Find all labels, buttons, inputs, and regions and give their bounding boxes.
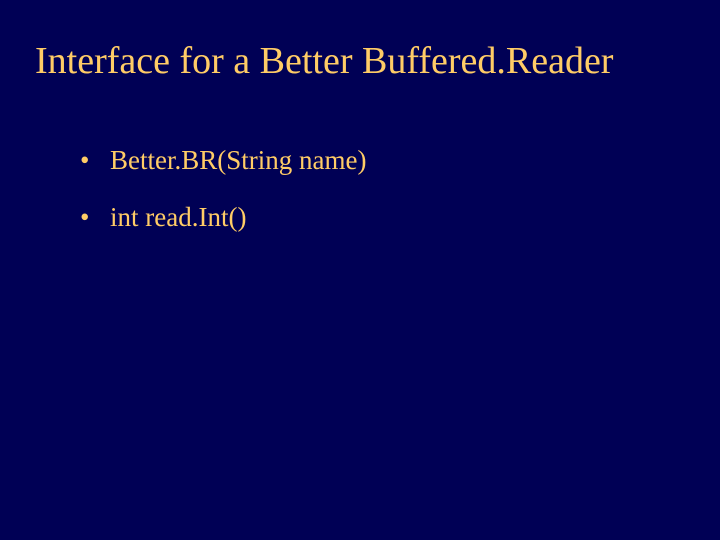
slide-title: Interface for a Better Buffered.Reader — [35, 40, 685, 84]
bullet-list: Better.BR(String name) int read.Int() — [35, 144, 685, 236]
slide-container: Interface for a Better Buffered.Reader B… — [0, 0, 720, 540]
list-item: Better.BR(String name) — [80, 144, 685, 178]
list-item: int read.Int() — [80, 201, 685, 235]
